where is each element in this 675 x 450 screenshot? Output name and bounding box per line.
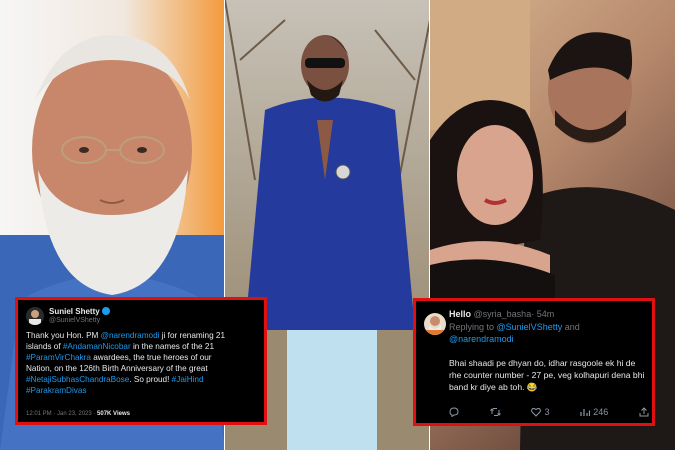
reply-button[interactable] xyxy=(449,407,459,417)
tweet-card-reply: Hello @syria_basha· 54m Replying to @Sun… xyxy=(413,298,655,426)
replying-to: Replying to @SunielVShetty and @narendra… xyxy=(449,321,580,345)
mention-link[interactable]: @narendramodi xyxy=(101,331,160,340)
hashtag-link[interactable]: #ParakramDivas xyxy=(26,386,87,395)
tweet-author-name[interactable]: Hello xyxy=(449,309,471,319)
tweet-line: #NetajiSubhasChandraBose. So proud! #Jai… xyxy=(26,374,258,385)
mention-link[interactable]: @SunielVShetty xyxy=(497,322,563,332)
like-count: 3 xyxy=(544,407,550,417)
tweet-text: islands of xyxy=(26,342,63,351)
views-button[interactable]: 246 xyxy=(580,407,608,417)
tweet-text: Nation, on the 126th Birth Anniversary o… xyxy=(26,364,208,373)
mention-link[interactable]: @narendramodi xyxy=(449,334,514,344)
heart-icon xyxy=(531,407,542,417)
tweet-views: 507K Views xyxy=(97,411,130,417)
tweet-line: #ParamVirChakra awardees, the true heroe… xyxy=(26,352,258,363)
retweet-icon xyxy=(489,408,501,416)
avatar[interactable] xyxy=(424,313,446,335)
hashtag-link[interactable]: #JaiHind xyxy=(172,375,204,384)
like-button[interactable]: 3 xyxy=(531,407,549,417)
avatar[interactable] xyxy=(26,307,44,325)
verified-badge-icon xyxy=(101,307,110,315)
tweet-action-bar: 3 246 xyxy=(449,407,649,417)
retweet-button[interactable] xyxy=(489,407,501,417)
tweet-timestamp[interactable]: 12:01 PM · Jan 23, 2023 · xyxy=(26,411,95,417)
views-count: 246 xyxy=(593,407,609,417)
tweet-line: #ParakramDivas xyxy=(26,385,258,396)
tweet-text: awardees, the true heroes of our xyxy=(90,353,212,362)
tweet-age: · 54m xyxy=(531,309,555,319)
tweet-text: ji for renaming 21 xyxy=(159,331,226,340)
tweet-author-handle[interactable]: @syria_basha xyxy=(474,309,532,319)
hashtag-link[interactable]: #NetajiSubhasChandraBose xyxy=(26,375,129,384)
share-button[interactable] xyxy=(639,407,649,417)
reply-icon xyxy=(449,407,459,417)
share-icon xyxy=(639,407,649,417)
tweet-text: . So proud! xyxy=(129,375,172,384)
tweet-author-name[interactable]: Suniel Shetty xyxy=(49,307,100,316)
tweet-line: Nation, on the 126th Birth Anniversary o… xyxy=(26,363,258,374)
tweet-body: Thank you Hon. PM @narendramodi ji for r… xyxy=(26,330,258,396)
tweet-text: in the names of the 21 xyxy=(130,342,214,351)
tweet-text: Thank you Hon. PM xyxy=(26,331,101,340)
tweet-line: Thank you Hon. PM @narendramodi ji for r… xyxy=(26,330,258,341)
views-icon xyxy=(580,409,591,416)
hashtag-link[interactable]: #AndamanNicobar xyxy=(63,342,131,351)
replying-and: and xyxy=(562,322,580,332)
tweet-meta: 12:01 PM · Jan 23, 2023 · 507K Views xyxy=(26,411,130,417)
reply-header: Hello @syria_basha· 54m xyxy=(449,309,554,320)
tweet-card-suniel: Suniel Shetty @SunielVShetty Thank you H… xyxy=(15,297,267,425)
tweet-body: Bhai shaadi pe dhyan do, idhar rasgoole … xyxy=(449,358,645,392)
hashtag-link[interactable]: #ParamVirChakra xyxy=(26,353,91,362)
tweet-author-handle[interactable]: @SunielVShetty xyxy=(49,317,100,324)
tweet-line: islands of #AndamanNicobar in the names … xyxy=(26,341,258,352)
replying-prefix: Replying to xyxy=(449,322,497,332)
